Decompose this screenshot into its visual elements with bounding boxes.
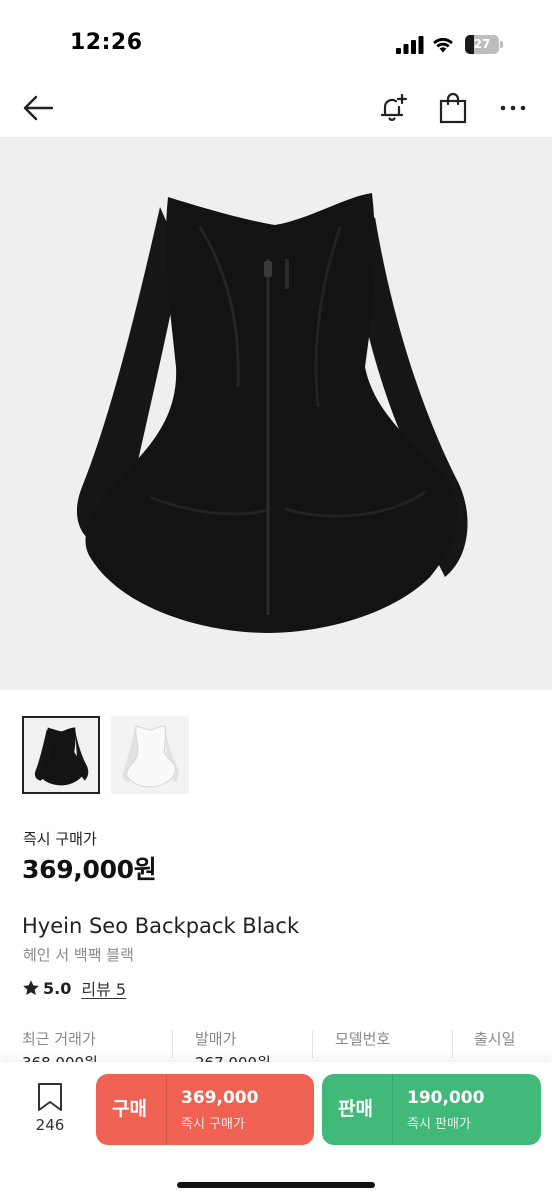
review-link[interactable]: 리뷰 5 [81,976,126,1000]
sell-button-price: 190,000 [407,1088,485,1108]
backpack-image [76,193,468,633]
thumbnail-white[interactable] [111,716,189,794]
product-image[interactable] [0,137,552,690]
info-label: 최근 거래가 [22,1030,96,1048]
bookmark-count: 246 [35,1116,65,1134]
shopping-bag-icon [439,92,467,124]
battery-level: 27 [473,37,491,51]
thumbnail-black[interactable] [22,716,100,794]
top-nav-bar [0,80,552,136]
info-label: 발매가 [195,1030,237,1048]
info-label: 출시일 [474,1030,516,1048]
thumbnail-white-image [111,716,189,794]
shopping-bag-button[interactable] [433,88,473,128]
info-label: 모델번호 [335,1030,391,1048]
back-arrow-icon [23,95,54,121]
thumbnail-strip [22,716,189,794]
bookmark-icon [38,1083,62,1111]
status-bar: 12:26 27 [0,0,552,80]
back-button[interactable] [18,88,58,128]
home-indicator[interactable] [177,1182,375,1188]
buy-button[interactable]: 구매 369,000 즉시 구매가 [96,1074,314,1145]
wifi-icon [433,37,453,53]
product-subtitle: 헤인 서 백팩 블랙 [23,946,134,964]
sell-button-sub: 즉시 판매가 [407,1117,471,1132]
buy-button-label: 구매 [112,1098,147,1120]
rating-value: 5.0 [43,978,72,998]
buy-button-sub: 즉시 구매가 [181,1117,245,1132]
more-options-button[interactable] [493,88,533,128]
more-dots-icon [500,105,526,111]
status-time: 12:26 [70,30,143,55]
sell-button-label: 판매 [338,1098,373,1120]
bottom-action-bar: 246 구매 369,000 즉시 구매가 판매 190,000 즉시 판매가 [0,1062,552,1200]
add-alert-button[interactable] [373,88,413,128]
bell-plus-icon [380,93,408,121]
product-title: Hyein Seo Backpack Black [22,914,300,938]
star-icon [23,980,39,996]
rating-row: 5.0 리뷰 5 [22,976,126,1000]
buy-now-label: 즉시 구매가 [23,830,97,848]
sell-button[interactable]: 판매 190,000 즉시 판매가 [322,1074,541,1145]
buy-button-price: 369,000 [181,1088,259,1108]
buy-now-price: 369,000원 [22,855,157,884]
thumbnail-black-image [34,727,89,786]
battery-indicator: 27 [465,35,503,54]
cellular-signal-icon [396,36,424,54]
bookmark-button[interactable]: 246 [28,1082,72,1138]
